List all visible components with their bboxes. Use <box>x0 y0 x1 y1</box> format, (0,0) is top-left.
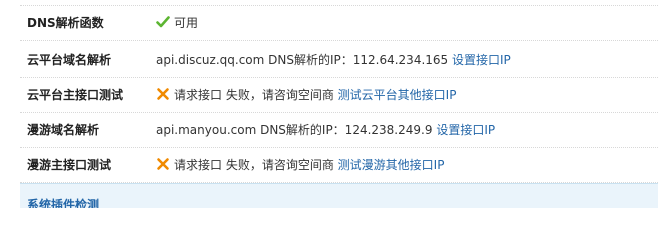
check-icon <box>156 16 170 28</box>
dns-ip-text: api.discuz.qq.com DNS解析的IP：112.64.234.16… <box>156 53 449 67</box>
cross-icon <box>157 88 169 100</box>
status-text: 请求接口 失败，请咨询空间商 <box>174 88 334 102</box>
dns-ip-text: api.manyou.com DNS解析的IP：124.238.249.9 <box>156 123 433 137</box>
section-header-plugin-check: 系统插件检测 <box>20 183 658 208</box>
row-cloud-domain: 云平台域名解析 api.discuz.qq.com DNS解析的IP：112.6… <box>20 43 658 78</box>
row-manyou-domain: 漫游域名解析 api.manyou.com DNS解析的IP：124.238.2… <box>20 113 658 148</box>
row-label: 漫游域名解析 <box>27 123 100 137</box>
row-value: api.manyou.com DNS解析的IP：124.238.249.9 设置… <box>156 113 495 147</box>
row-dns-function: DNS解析函数 可用 <box>20 7 658 41</box>
test-cloud-other-ip-link[interactable]: 测试云平台其他接口IP <box>338 88 457 102</box>
row-value: 请求接口 失败，请咨询空间商 测试云平台其他接口IP <box>156 78 456 112</box>
row-cloud-main-interface: 云平台主接口测试 请求接口 失败，请咨询空间商 测试云平台其他接口IP <box>20 78 658 113</box>
row-label: 云平台主接口测试 <box>27 88 124 102</box>
cross-icon <box>157 158 169 170</box>
set-interface-ip-link[interactable]: 设置接口IP <box>452 53 511 67</box>
set-interface-ip-link[interactable]: 设置接口IP <box>436 123 495 137</box>
row-label: 云平台域名解析 <box>27 53 112 67</box>
row-manyou-main-interface: 漫游主接口测试 请求接口 失败，请咨询空间商 测试漫游其他接口IP <box>20 148 658 183</box>
cloud-diagnostic-table: DNS解析函数 可用 云平台域名解析 api.discuz.qq.com DNS… <box>0 0 658 208</box>
row-label: 漫游主接口测试 <box>27 158 112 172</box>
section-title: 系统插件检测 <box>27 198 100 208</box>
status-text: 请求接口 失败，请咨询空间商 <box>174 158 334 172</box>
row-value: api.discuz.qq.com DNS解析的IP：112.64.234.16… <box>156 43 511 77</box>
row-value: 可用 <box>156 7 198 40</box>
row-label: DNS解析函数 <box>27 16 104 30</box>
test-manyou-other-ip-link[interactable]: 测试漫游其他接口IP <box>338 158 445 172</box>
divider <box>20 0 658 6</box>
row-value: 请求接口 失败，请咨询空间商 测试漫游其他接口IP <box>156 148 444 182</box>
status-text: 可用 <box>174 16 199 30</box>
